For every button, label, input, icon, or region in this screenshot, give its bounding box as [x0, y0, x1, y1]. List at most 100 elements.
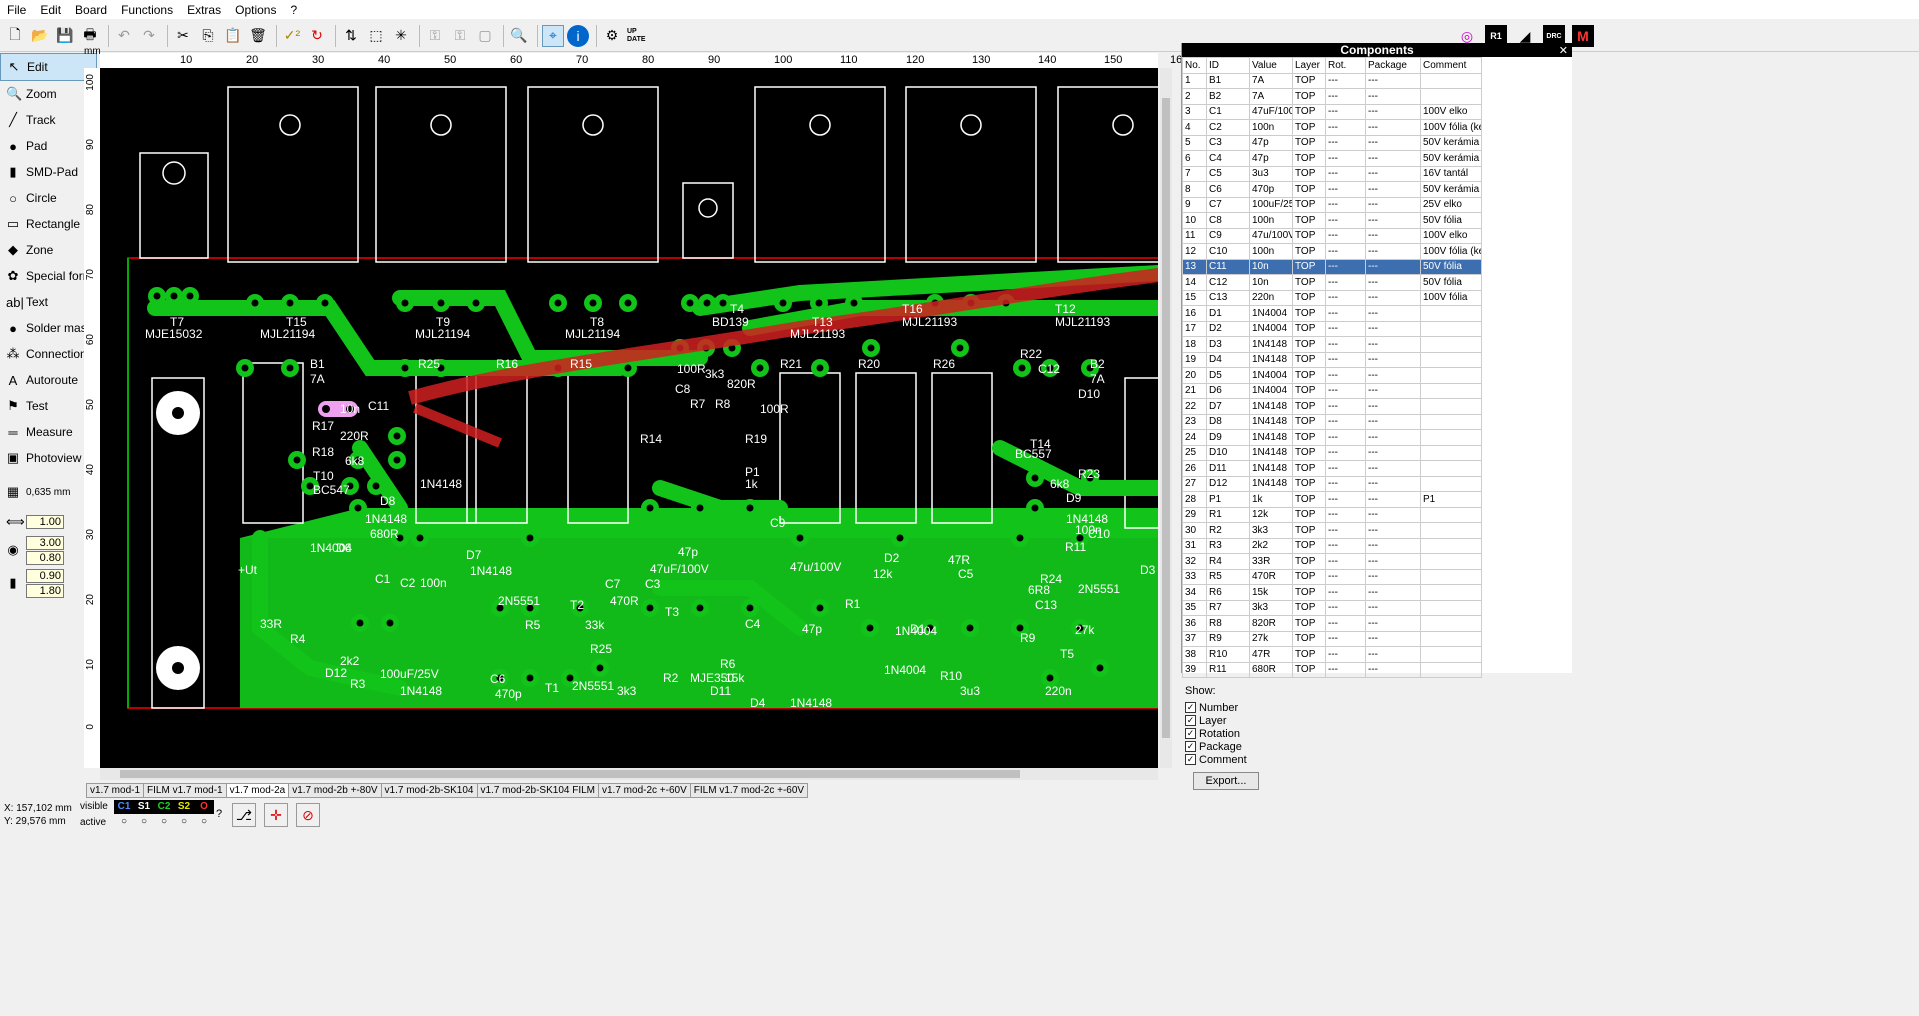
macro-icon[interactable]: M — [1572, 25, 1594, 47]
menu-edit[interactable]: Edit — [33, 3, 68, 17]
table-row[interactable]: 23 D8 1N4148 TOP --- --- — [1182, 413, 1482, 430]
board-tab[interactable]: v1.7 mod-2a — [225, 783, 290, 798]
close-icon[interactable]: ✕ — [1559, 44, 1568, 57]
copy-icon[interactable]: ⎘ — [197, 25, 219, 47]
autoroute-icon[interactable]: ⇅ — [340, 25, 362, 47]
show-option-comment[interactable]: ✓ Comment — [1185, 753, 1445, 766]
new-icon[interactable]: 🗋 — [4, 25, 26, 47]
column-header[interactable]: No. — [1182, 57, 1207, 74]
table-row[interactable]: 13 C11 10n TOP --- --- 50V fólia — [1182, 258, 1482, 275]
table-row[interactable]: 35 R7 3k3 TOP --- --- — [1182, 599, 1482, 616]
save-icon[interactable]: 💾 — [54, 25, 76, 47]
tool-pad[interactable]: ● Pad — [0, 133, 97, 159]
column-header[interactable]: Package — [1365, 57, 1421, 74]
table-row[interactable]: 17 D2 1N4004 TOP --- --- — [1182, 320, 1482, 337]
paste-icon[interactable]: 📋 — [222, 25, 244, 47]
tool-special-form[interactable]: ✿ Special form — [0, 263, 97, 289]
layer-c2-toggle[interactable]: C2 — [154, 800, 174, 814]
board-tab[interactable]: v1.7 mod-2b-SK104 — [380, 783, 478, 798]
redo-icon[interactable]: ↷ — [138, 25, 160, 47]
layer-c1-toggle[interactable]: C1 — [114, 800, 134, 814]
checkbox-icon[interactable]: ✓ — [1185, 715, 1196, 726]
column-header[interactable]: Value — [1249, 57, 1293, 74]
export-button[interactable]: Export... — [1193, 772, 1259, 790]
table-row[interactable]: 8 C6 470p TOP --- --- 50V kerámia — [1182, 181, 1482, 198]
show-option-layer[interactable]: ✓ Layer — [1185, 714, 1445, 727]
tool-zoom[interactable]: 🔍 Zoom — [0, 81, 97, 107]
table-row[interactable]: 1 B1 7A TOP --- --- — [1182, 72, 1482, 89]
h-scroll-thumb[interactable] — [120, 770, 1020, 778]
board-tab[interactable]: v1.7 mod-2b +-80V — [288, 783, 382, 798]
tool-track[interactable]: ╱ Track — [0, 107, 97, 133]
table-row[interactable]: 34 R6 15k TOP --- --- — [1182, 584, 1482, 601]
settings-icon[interactable]: ⚙ — [601, 25, 623, 47]
layer-active-radio[interactable]: ○ — [154, 816, 174, 827]
board-tab[interactable]: v1.7 mod-2c +-60V — [598, 783, 691, 798]
table-row[interactable]: 21 D6 1N4004 TOP --- --- — [1182, 382, 1482, 399]
mirror-icon[interactable]: ⬚ — [365, 25, 387, 47]
lock2-icon[interactable]: ⚿ — [449, 25, 471, 47]
cursor-icon[interactable]: ⌖ — [542, 24, 564, 47]
table-row[interactable]: 27 D12 1N4148 TOP --- --- — [1182, 475, 1482, 492]
tool-autoroute[interactable]: A Autoroute — [0, 367, 97, 393]
group-icon[interactable]: ▢ — [474, 25, 496, 47]
track-width-input[interactable]: 1.00 — [26, 515, 64, 529]
table-row[interactable]: 3 C1 47uF/100 TOP --- --- 100V elko — [1182, 103, 1482, 120]
show-option-package[interactable]: ✓ Package — [1185, 740, 1445, 753]
tool-measure[interactable]: ═ Measure — [0, 419, 97, 445]
pcb-view-icon[interactable]: ⎇ — [232, 803, 256, 827]
pcb-canvas[interactable]: T7 MJE15032 T15 MJL21194 T9 MJL21194 T8 MJL2119… — [100, 68, 1158, 768]
tool-rectangle[interactable]: ▭ Rectangle — [0, 211, 97, 237]
table-row[interactable]: 26 D11 1N4148 TOP --- --- — [1182, 460, 1482, 477]
column-header[interactable]: ID — [1206, 57, 1250, 74]
layer-active-radio[interactable]: ○ — [114, 816, 134, 827]
tool-smd-pad[interactable]: ▮ SMD-Pad — [0, 159, 97, 185]
layer-active-radio[interactable]: ○ — [174, 816, 194, 827]
info-icon[interactable]: i — [567, 24, 589, 47]
update-icon[interactable]: UP DATE — [626, 25, 652, 47]
layer-active-radio[interactable]: ○ — [134, 816, 154, 827]
column-header[interactable]: Layer — [1292, 57, 1326, 74]
table-row[interactable]: 33 R5 470R TOP --- --- — [1182, 568, 1482, 585]
table-row[interactable]: 12 C10 100n TOP --- --- 100V fólia (ker — [1182, 243, 1482, 260]
layer-s2-toggle[interactable]: S2 — [174, 800, 194, 814]
drc-icon[interactable]: ✓² — [281, 25, 303, 47]
table-row[interactable]: 29 R1 12k TOP --- --- — [1182, 506, 1482, 523]
cut-icon[interactable]: ✂ — [172, 25, 194, 47]
pad-inner-input[interactable]: 0.80 — [26, 550, 64, 565]
table-row[interactable]: 22 D7 1N4148 TOP --- --- — [1182, 398, 1482, 415]
checkbox-icon[interactable]: ✓ — [1185, 728, 1196, 739]
checkbox-icon[interactable]: ✓ — [1185, 702, 1196, 713]
trash-icon[interactable]: 🗑 — [247, 25, 269, 47]
table-row[interactable]: 5 C3 47p TOP --- --- 50V kerámia — [1182, 134, 1482, 151]
table-row[interactable]: 39 R11 680R TOP --- --- — [1182, 661, 1482, 678]
board-tab[interactable]: v1.7 mod-2b-SK104 FILM — [476, 783, 599, 798]
menu-help[interactable]: ? — [283, 3, 304, 17]
table-row[interactable]: 20 D5 1N4004 TOP --- --- — [1182, 367, 1482, 384]
table-row[interactable]: 25 D10 1N4148 TOP --- --- — [1182, 444, 1482, 461]
table-row[interactable]: 11 C9 47u/100V TOP --- --- 100V elko — [1182, 227, 1482, 244]
h-scrollbar[interactable] — [100, 768, 1158, 780]
table-row[interactable]: 4 C2 100n TOP --- --- 100V fólia (ker — [1182, 119, 1482, 136]
smd-width-input[interactable]: 0.90 — [26, 568, 64, 583]
smd-height-input[interactable]: 1.80 — [26, 583, 64, 598]
pad-outer-input[interactable]: 3.00 — [26, 535, 64, 550]
print-icon[interactable]: 🖶 — [79, 25, 101, 47]
v-scrollbar[interactable] — [1160, 68, 1172, 768]
table-row[interactable]: 28 P1 1k TOP --- --- P1 — [1182, 491, 1482, 508]
pcb-drawing[interactable]: T7MJE15032T15MJL21194T9MJL21194T8MJL2119… — [100, 68, 1158, 768]
table-row[interactable]: 37 R9 27k TOP --- --- — [1182, 630, 1482, 647]
checkbox-icon[interactable]: ✓ — [1185, 741, 1196, 752]
tool-connections[interactable]: ⁂ Connections — [0, 341, 97, 367]
table-row[interactable]: 19 D4 1N4148 TOP --- --- — [1182, 351, 1482, 368]
tool-solder-mask[interactable]: ● Solder mask — [0, 315, 97, 341]
table-row[interactable]: 2 B2 7A TOP --- --- — [1182, 88, 1482, 105]
checkbox-icon[interactable]: ✓ — [1185, 754, 1196, 765]
lock-icon[interactable]: ⚿ — [424, 25, 446, 47]
tool-circle[interactable]: ○ Circle — [0, 185, 97, 211]
board-tab[interactable]: FILM v1.7 mod-1 — [143, 783, 227, 798]
board-tab[interactable]: v1.7 mod-1 — [86, 783, 145, 798]
tool-photoview[interactable]: ▣ Photoview — [0, 445, 97, 471]
open-icon[interactable]: 📂 — [29, 25, 51, 47]
layer-s1-toggle[interactable]: S1 — [134, 800, 154, 814]
